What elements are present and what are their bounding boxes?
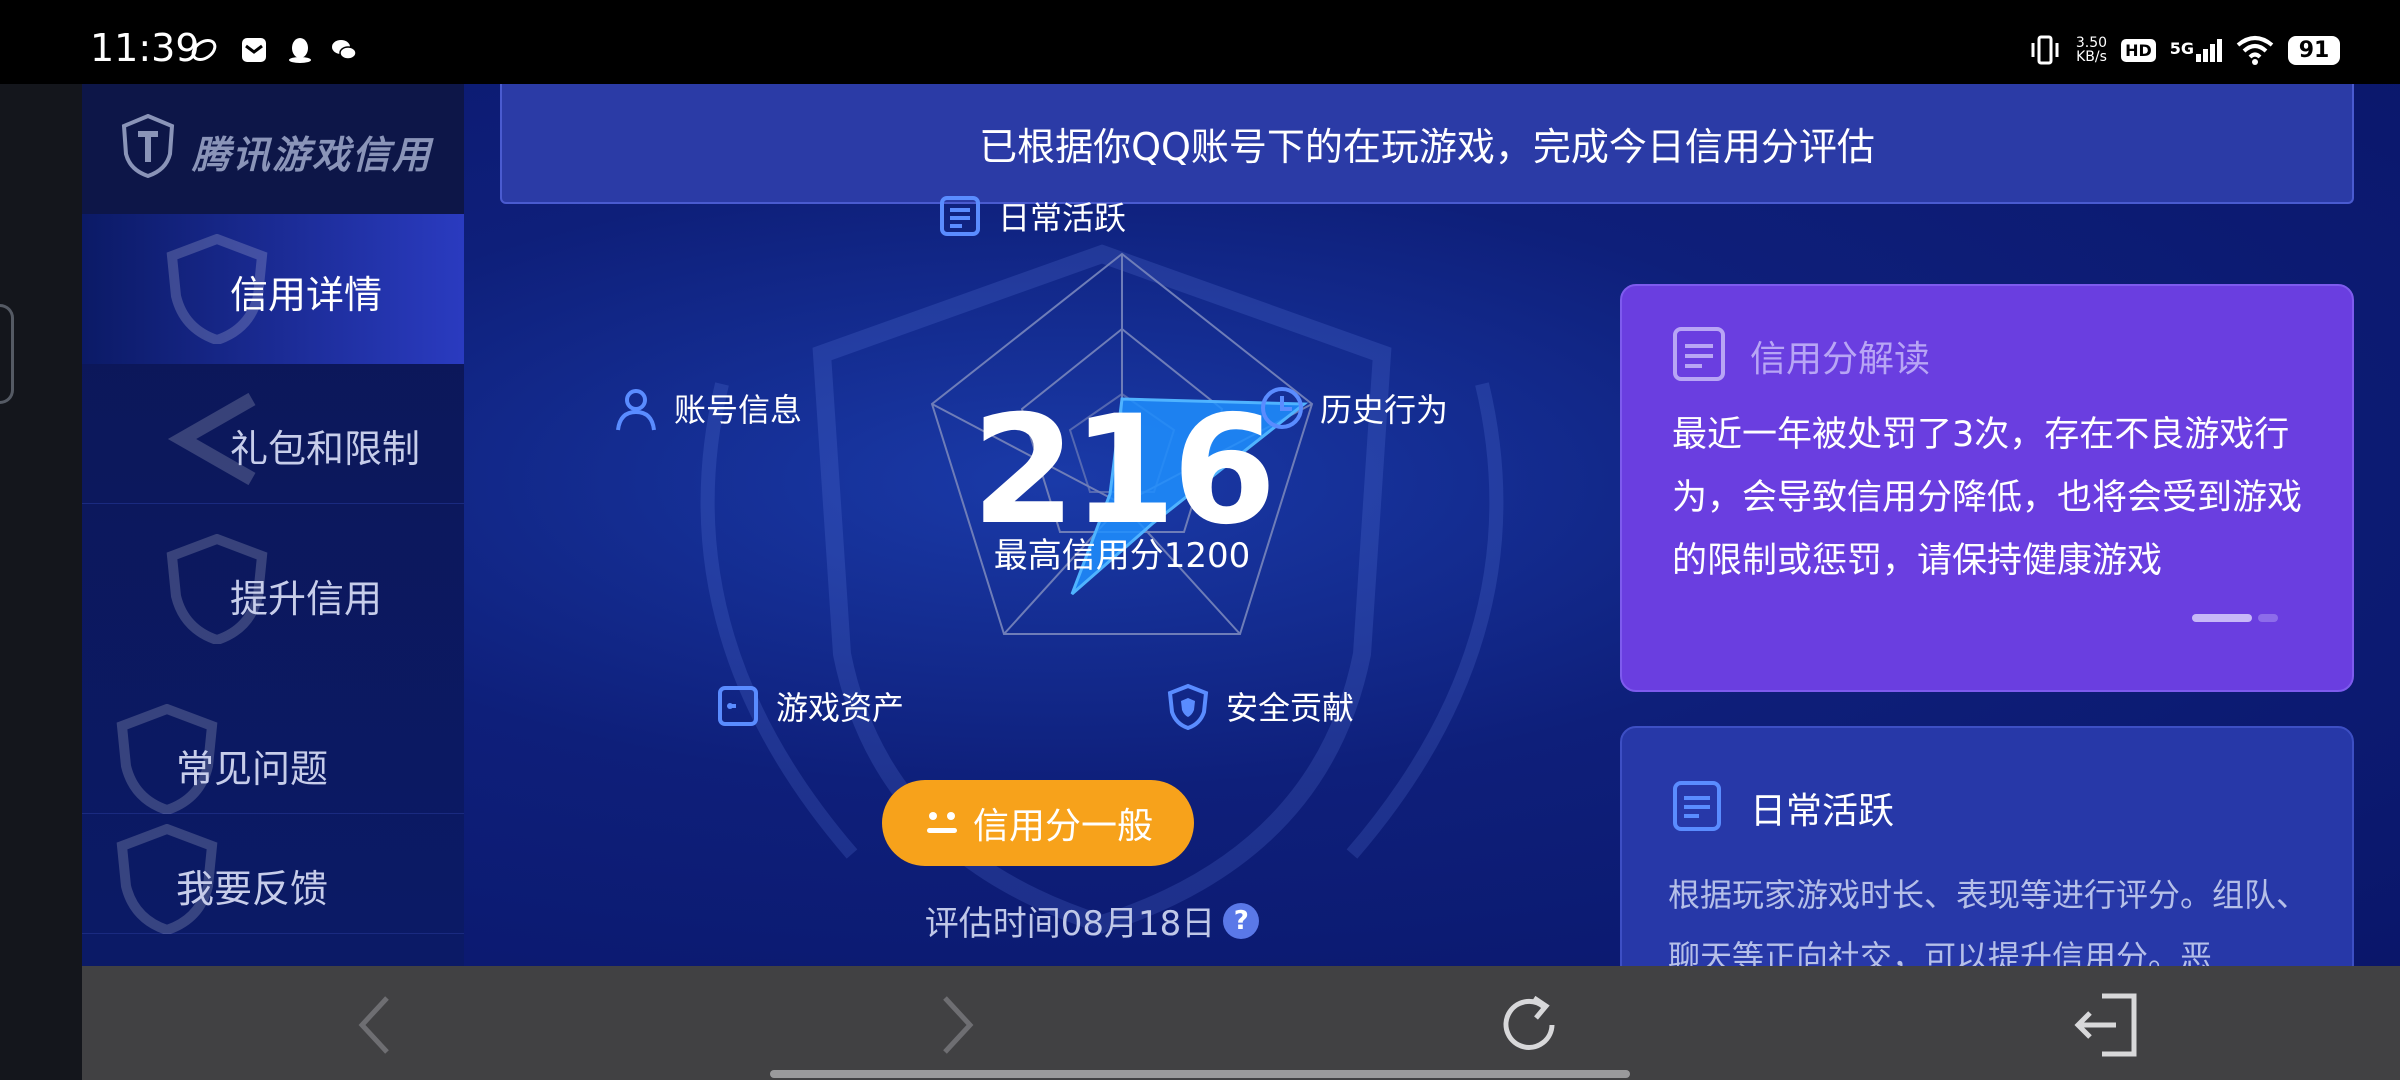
network-type: 5G: [2169, 38, 2194, 58]
dimension-daily-active[interactable]: 日常活跃: [936, 192, 1126, 240]
status-time: 11:39: [90, 26, 200, 70]
edge-panel-handle[interactable]: [0, 304, 14, 404]
credit-level-button[interactable]: 信用分一般: [882, 780, 1194, 866]
sidebar-item-feedback[interactable]: 我要反馈: [82, 824, 464, 934]
wechat-notification-icon: [332, 40, 357, 60]
forward-icon[interactable]: [920, 990, 990, 1060]
page-dot-active: [2192, 614, 2252, 622]
credit-interpretation-card[interactable]: 信用分解读 最近一年被处罚了3次，存在不良游戏行为，会导致信用分降低，也将会受到…: [1620, 284, 2354, 692]
wifi-icon: [2236, 36, 2274, 65]
sidebar-item-faq[interactable]: 常见问题: [82, 704, 464, 814]
dimension-security[interactable]: 安全贡献: [1164, 682, 1354, 730]
credit-level-label: 信用分一般: [972, 806, 1153, 847]
sidebar-item-gifts-and-limits[interactable]: 礼包和限制: [82, 374, 464, 504]
logo-text: 腾讯游戏信用: [192, 133, 433, 177]
hd-badge: HD: [2121, 38, 2156, 62]
sidebar-item-label: 提升信用: [230, 577, 383, 621]
home-indicator[interactable]: [770, 1070, 1630, 1078]
dimension-account-info[interactable]: 账号信息: [612, 384, 802, 432]
sidebar-item-label: 我要反馈: [176, 867, 329, 911]
sidebar-item-label: 常见问题: [176, 747, 329, 791]
document-icon: [1673, 781, 1721, 831]
status-bar: 11:39 3.50 KB/s HD 5G 91: [0, 0, 2400, 84]
tencent-credit-logo-icon: [121, 114, 175, 178]
network-speed-value: 3.50: [2075, 35, 2108, 51]
sidebar-item-label: 礼包和限制: [230, 427, 421, 471]
sidebar-item-improve-credit[interactable]: 提升信用: [82, 524, 464, 654]
dimension-label: 游戏资产: [776, 689, 905, 727]
logo-area: 腾讯游戏信用: [82, 84, 464, 214]
dimension-label: 日常活跃: [998, 199, 1127, 237]
refresh-icon[interactable]: [1494, 990, 1564, 1060]
document-icon: [1673, 327, 1725, 381]
app-content: 腾讯游戏信用 信用详情 礼包和限制 提升信用 常见问题 我要反馈 已根据你QQ账…: [82, 84, 2400, 966]
browser-bottom-nav: [82, 966, 2400, 1080]
network-speed-unit: KB/s: [2076, 49, 2107, 65]
wallet-icon: [718, 686, 758, 726]
dimension-game-assets[interactable]: 游戏资产: [714, 682, 904, 730]
pagination-indicator: [2192, 614, 2278, 622]
card-body: 最近一年被处罚了3次，存在不良游戏行为，会导致信用分降低，也将会受到游戏的限制或…: [1672, 415, 2303, 581]
dimension-label: 安全贡献: [1226, 689, 1355, 727]
evaluation-banner: 已根据你QQ账号下的在玩游戏，完成今日信用分评估: [500, 84, 2354, 204]
page-dot: [2258, 614, 2278, 622]
qq-notification-icon: [289, 38, 311, 63]
max-credit-score: 最高信用分1200: [993, 536, 1251, 576]
mail-notification-icon: [242, 38, 266, 62]
user-icon: [616, 389, 656, 431]
help-icon[interactable]: ?: [1223, 902, 1260, 939]
neutral-face-icon: [926, 812, 957, 833]
evaluation-time: 评估时间08月18日 ?: [862, 896, 1322, 945]
sidebar-item-credit-details[interactable]: 信用详情: [82, 214, 464, 364]
shield-icon: [1167, 683, 1209, 730]
vibrate-icon: [2031, 35, 2059, 65]
card-title: 信用分解读: [1750, 339, 1931, 380]
network-speed: 3.50 KB/s: [2076, 36, 2107, 64]
app-notification-icon: [191, 38, 217, 62]
sidebar-item-label: 信用详情: [230, 273, 383, 317]
evaluation-time-text: 评估时间08月18日: [924, 904, 1216, 944]
left-edge-strip: [0, 84, 82, 1080]
back-icon[interactable]: [342, 990, 412, 1060]
banner-text: 已根据你QQ账号下的在玩游戏，完成今日信用分评估: [979, 124, 1875, 169]
status-right-group: 3.50 KB/s HD 5G 91: [2028, 30, 2340, 70]
dimension-label: 账号信息: [674, 391, 803, 429]
sidebar: 腾讯游戏信用 信用详情 礼包和限制 提升信用 常见问题 我要反馈: [82, 84, 464, 966]
battery-level: 91: [2288, 35, 2340, 65]
dimension-label: 历史行为: [1320, 391, 1449, 429]
card-title: 日常活跃: [1750, 791, 1895, 832]
cellular-signal-icon: 5G: [2169, 38, 2222, 62]
document-icon: [940, 196, 980, 236]
daily-active-card[interactable]: 日常活跃 根据玩家游戏时长、表现等进行评分。组队、聊天等正向社交，可以提升信用分…: [1620, 726, 2354, 966]
card-body: 根据玩家游戏时长、表现等进行评分。组队、聊天等正向社交，可以提升信用分。恶: [1668, 876, 2309, 966]
exit-icon[interactable]: [2072, 990, 2142, 1060]
